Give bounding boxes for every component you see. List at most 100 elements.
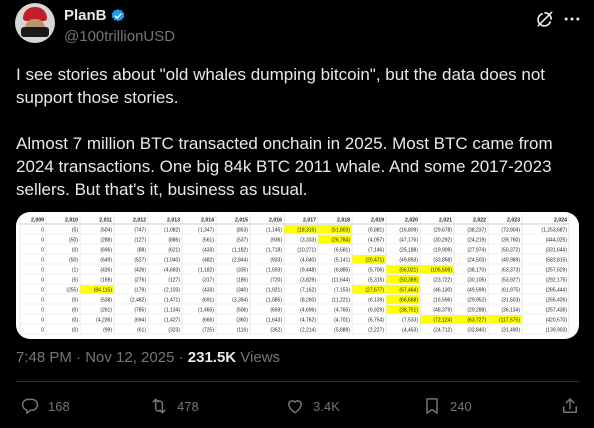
table-cell: (179) xyxy=(134,288,146,294)
table-cell: (5,706) xyxy=(368,268,384,274)
table-cell: (31,490) xyxy=(501,328,520,334)
table-cell: (23,722) xyxy=(433,278,452,284)
table-cell: (582,815) xyxy=(546,258,568,264)
avatar[interactable] xyxy=(15,3,55,43)
table-cell: (24,712) xyxy=(433,328,452,334)
avatar-mask xyxy=(21,27,49,37)
table-cell: (2,844) xyxy=(232,258,248,264)
table-cell: 0 xyxy=(41,238,44,244)
table-cell: (139,903) xyxy=(546,328,568,334)
table-cell: (285,444) xyxy=(546,288,568,294)
table-cell: (4,236) xyxy=(96,318,112,324)
more-options-icon[interactable] xyxy=(562,9,582,29)
bookmark-button[interactable]: 240 xyxy=(422,395,472,417)
header-cell: 2,022 xyxy=(473,218,486,224)
table-cell: (50) xyxy=(69,238,78,244)
table-cell: (84,115) xyxy=(94,288,113,294)
table-cell: (936) xyxy=(270,238,282,244)
table-cell: (335) xyxy=(236,268,248,274)
table-cell: (30,292) xyxy=(433,238,452,244)
table-cell: (426) xyxy=(100,268,112,274)
table-cell: (5,141) xyxy=(334,258,350,264)
tweet-header: PlanB @100trillionUSD xyxy=(0,0,594,56)
table-cell: (31,503) xyxy=(501,298,520,304)
table-cell: (265,426) xyxy=(546,298,568,304)
timestamp-text[interactable]: 7:48 PM · Nov 12, 2025 · xyxy=(16,349,188,366)
repost-button[interactable]: 478 xyxy=(149,395,199,417)
share-button[interactable] xyxy=(560,395,588,417)
table-cell: (19,909) xyxy=(433,248,452,254)
table-cell: 0 xyxy=(41,318,44,324)
table-cell: (433) xyxy=(202,248,214,254)
table-cell: (20,471) xyxy=(365,258,384,264)
bookmark-count: 240 xyxy=(450,398,472,414)
views-count: 231.5K xyxy=(187,349,237,366)
table-cell: (127) xyxy=(134,238,146,244)
table-cell: (105,509) xyxy=(431,268,453,274)
like-button[interactable]: 3.4K xyxy=(285,395,340,417)
table-cell: (317) xyxy=(202,278,214,284)
table-cell: (2,227) xyxy=(368,328,384,334)
table-cell: (50) xyxy=(69,258,78,264)
table-cell: (2,214) xyxy=(300,328,316,334)
table-cell: (4,453) xyxy=(402,328,418,334)
table-cell: (323) xyxy=(168,328,180,334)
table-cell: (1,718) xyxy=(266,248,282,254)
table-cell: (63,373) xyxy=(501,268,520,274)
table-cell: (72,124) xyxy=(433,318,452,324)
header-cell: 2,013 xyxy=(167,218,180,224)
tweet-text: I see stories about "old whales dumping … xyxy=(16,65,553,199)
table-cell: (66,668) xyxy=(399,298,418,304)
table-cell: (4,762) xyxy=(300,318,316,324)
grok-icon[interactable] xyxy=(535,9,555,29)
table-cell: (694) xyxy=(134,318,146,324)
table-cell: (61) xyxy=(137,328,146,334)
table-cell: (3,829) xyxy=(300,278,316,284)
table-cell: (257,436) xyxy=(546,308,568,314)
table-cell: (49,989) xyxy=(501,258,520,264)
table-cell: (6,929) xyxy=(368,308,384,314)
table-cell: (3,394) xyxy=(232,298,248,304)
reply-button[interactable]: 168 xyxy=(20,395,70,417)
table-cell: (169) xyxy=(100,278,112,284)
table-cell: (46,130) xyxy=(433,288,452,294)
table-cell: (1,465) xyxy=(198,308,214,314)
table-cell: (53,927) xyxy=(501,278,520,284)
table-cell: (11,221) xyxy=(332,298,351,304)
table-cell: (1,082) xyxy=(164,228,180,234)
share-icon xyxy=(563,398,577,413)
table-cell: (63,727) xyxy=(467,318,486,324)
table-cell: (6,581) xyxy=(334,248,350,254)
author-handle[interactable]: @100trillionUSD xyxy=(64,28,175,45)
views-label: Views xyxy=(236,349,281,366)
table-cell: (527) xyxy=(134,258,146,264)
author-name[interactable]: PlanB xyxy=(64,7,107,24)
table-cell: (2,103) xyxy=(164,288,180,294)
table-cell: (666) xyxy=(202,318,214,324)
table-cell: (0) xyxy=(72,318,78,324)
table-cell: (362) xyxy=(270,328,282,334)
table-cell: (10,271) xyxy=(297,248,316,254)
table-cell: (1,182) xyxy=(198,268,214,274)
spreadsheet-image[interactable]: 2,009 2,010 2,011 2,012 2,013 2,014 2,015 2,016… xyxy=(16,212,579,339)
table-cell: (621) xyxy=(168,248,180,254)
table-cell: (4,701) xyxy=(334,318,350,324)
header-cell: 2,016 xyxy=(269,218,282,224)
action-bar: 168 478 3.4K 240 xyxy=(0,383,594,428)
table-cell: (538) xyxy=(100,298,112,304)
table-cell: (185) xyxy=(236,278,248,284)
table-cell: (1,134) xyxy=(164,308,180,314)
table-cell: (29,678) xyxy=(433,228,452,234)
table-cell: (4,640) xyxy=(300,258,316,264)
table-cell: (16,596) xyxy=(433,298,452,304)
table-cell: (18,315) xyxy=(297,228,316,234)
table-cell: 0 xyxy=(41,328,44,334)
header-cell: 2,015 xyxy=(235,218,248,224)
table-cell: (5) xyxy=(72,278,78,284)
table-cell: (16,809) xyxy=(399,228,418,234)
table-cell: (0) xyxy=(72,308,78,314)
table-cell: (47,176) xyxy=(399,238,418,244)
table-cell: (537) xyxy=(236,238,248,244)
table-cell: (506) xyxy=(236,308,248,314)
table-cell: (504) xyxy=(100,228,112,234)
